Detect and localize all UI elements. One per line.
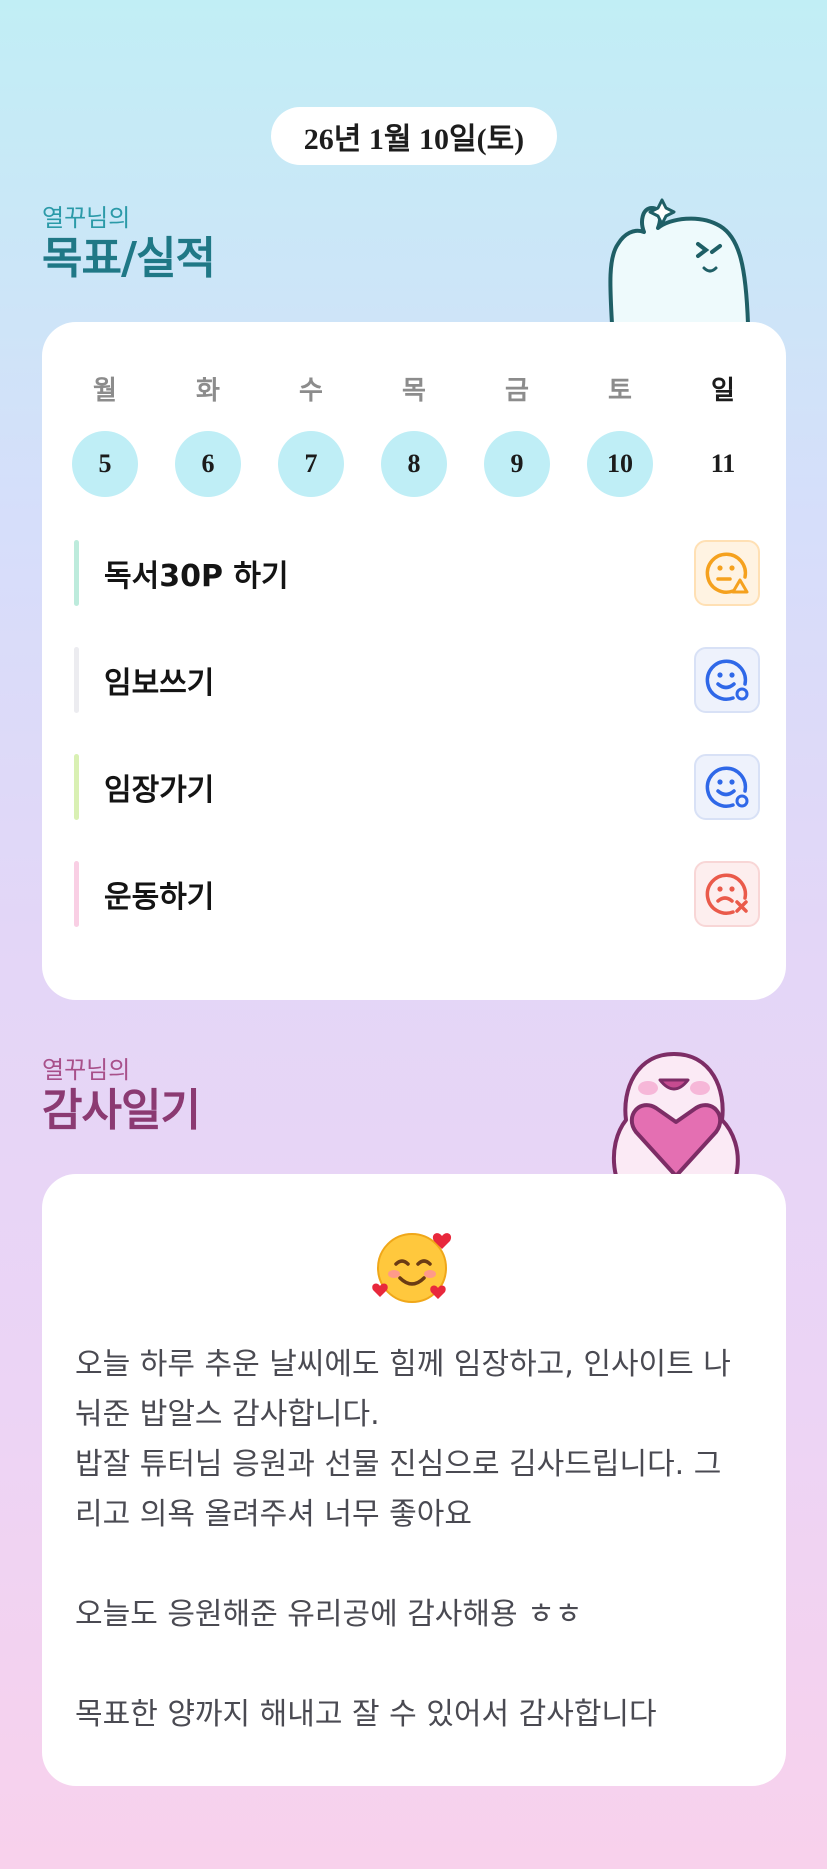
goal-item[interactable]: 임장가기 [74, 754, 760, 820]
diary-line: 오늘 하루 추운 날씨에도 힘께 임장하고, 인사이트 나 [75, 1347, 731, 1382]
goal-item[interactable]: 독서30P 하기 [74, 540, 760, 606]
goal-accent-bar [74, 540, 79, 606]
weekday-label-today: 일 [711, 376, 735, 406]
thanks-card: 오늘 하루 추운 날씨에도 힘께 임장하고, 인사이트 나 눠준 밥알스 감사합… [42, 1174, 786, 1786]
diary-line [75, 1540, 755, 1590]
goal-list: 독서30P 하기 임보쓰기 임장가기 운동하기 [74, 540, 760, 968]
diary-line: 오늘도 응원해준 유리공에 감사해용 ㅎㅎ [75, 1597, 583, 1632]
thanks-section-subtitle: 열꾸님의 [42, 1056, 131, 1084]
smiling-face-with-hearts-icon [372, 1233, 452, 1303]
mascot-cheer-icon [608, 198, 750, 324]
goal-item[interactable]: 임보쓰기 [74, 647, 760, 713]
mascot-heart-icon [611, 1052, 740, 1176]
date-cell[interactable]: 11 [690, 431, 756, 497]
goal-label: 독서30P 하기 [104, 559, 289, 594]
date-header: 26년 1월 10일(토) [271, 107, 557, 165]
goal-accent-bar [74, 754, 79, 820]
gratitude-diary-text: 오늘 하루 추운 날씨에도 힘께 임장하고, 인사이트 나 눠준 밥알스 감사합… [75, 1340, 755, 1740]
date-cell-completed[interactable]: 5 [72, 431, 138, 497]
goal-label: 운동하기 [104, 880, 215, 915]
goal-item[interactable]: 운동하기 [74, 861, 760, 927]
date-cell-completed[interactable]: 9 [484, 431, 550, 497]
weekday-label: 금 [505, 376, 529, 406]
goals-section-subtitle: 열꾸님의 [42, 204, 131, 232]
date-row: 5 6 7 8 9 10 11 [72, 431, 756, 497]
date-cell-completed[interactable]: 8 [381, 431, 447, 497]
status-ok-button[interactable] [694, 754, 760, 820]
face-x-icon [705, 873, 748, 915]
weekday-label: 토 [608, 376, 632, 406]
goal-label: 임보쓰기 [104, 666, 215, 701]
face-smile-o-icon [705, 766, 749, 808]
thanks-section-title: 감사일기 [42, 1085, 201, 1136]
goals-card: 월 화 수 목 금 토 일 5 6 7 8 9 10 11 독서30P 하기 임… [42, 322, 786, 1000]
weekday-label: 수 [299, 376, 323, 406]
diary-line: 리고 의욕 올려주셔 너무 좋아요 [75, 1497, 472, 1532]
diary-line: 밥잘 튜터님 응원과 선물 진심으로 김사드립니다. 그 [75, 1447, 722, 1482]
face-warning-icon [705, 552, 749, 594]
week-calendar: 월 화 수 목 금 토 일 5 6 7 8 9 10 11 [72, 370, 756, 497]
date-cell-completed[interactable]: 6 [175, 431, 241, 497]
goal-accent-bar [74, 861, 79, 927]
date-cell-completed[interactable]: 10 [587, 431, 653, 497]
diary-line [75, 1640, 755, 1690]
date-cell-completed[interactable]: 7 [278, 431, 344, 497]
thanks-section-header: 열꾸님의 감사일기 [42, 1055, 201, 1137]
face-smile-o-icon [705, 659, 749, 701]
weekday-row: 월 화 수 목 금 토 일 [72, 370, 756, 407]
weekday-label: 목 [402, 376, 426, 406]
status-warning-button[interactable] [694, 540, 760, 606]
goals-section-header: 열꾸님의 목표/실적 [42, 203, 216, 285]
weekday-label: 화 [196, 376, 220, 406]
weekday-label: 월 [93, 376, 117, 406]
goal-label: 임장가기 [104, 773, 215, 808]
diary-line: 눠준 밥알스 감사합니다. [75, 1397, 380, 1432]
diary-line: 목표한 양까지 해내고 잘 수 있어서 감사합니다 [75, 1697, 657, 1732]
goal-accent-bar [74, 647, 79, 713]
status-fail-button[interactable] [694, 861, 760, 927]
goals-section-title: 목표/실적 [42, 233, 216, 284]
status-ok-button[interactable] [694, 647, 760, 713]
